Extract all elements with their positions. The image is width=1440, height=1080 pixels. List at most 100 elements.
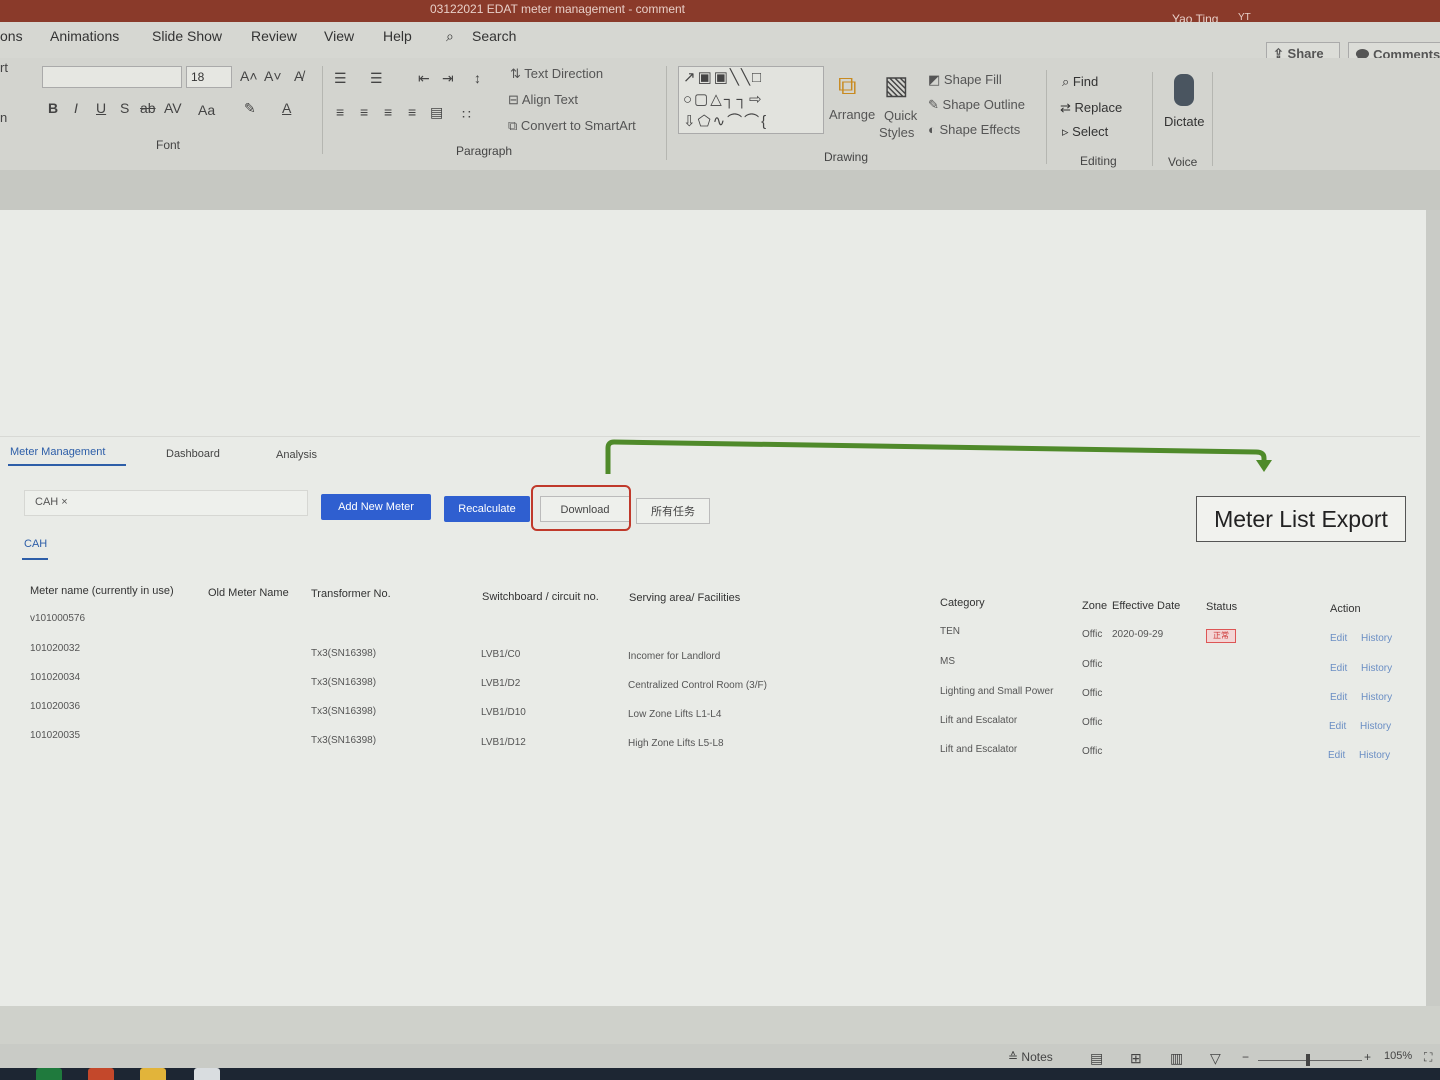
recalculate-button[interactable]: Recalculate [444,496,530,522]
char-spacing-icon[interactable]: AV [164,100,182,116]
distributed-icon[interactable]: ▤ [430,104,443,121]
edit-link[interactable]: Edit [1330,663,1347,674]
ribbon-left-stub-1[interactable]: rt [0,60,8,75]
text-direction-button[interactable]: ⇅ Text Direction [510,66,603,82]
select-button[interactable]: ▹ Select [1062,124,1108,140]
cell-meter-name: 101020035 [30,730,81,741]
edit-link[interactable]: Edit [1330,692,1347,703]
fit-slide-icon[interactable]: ⛶ [1424,1050,1432,1065]
cursor-icon: ▹ [1062,124,1069,139]
numbering-icon[interactable]: ☰ [370,70,383,87]
shape-effects-button[interactable]: ◐ Shape Effects [928,122,1020,137]
find-button[interactable]: ⌕ Find [1062,74,1098,90]
highlight-icon[interactable]: ✎ [244,100,256,117]
edit-link[interactable]: Edit [1328,750,1345,761]
zoom-in-icon[interactable]: + [1364,1050,1371,1064]
tab-slide-show[interactable]: Slide Show [152,28,222,44]
subtab-cah[interactable]: CAH [24,538,47,550]
line-spacing-icon[interactable]: ↕ [474,70,481,86]
tab-search[interactable]: Search [472,28,516,44]
tab-review[interactable]: Review [251,28,297,44]
powerpoint-icon[interactable] [88,1068,114,1080]
tab-animations[interactable]: Animations [50,28,119,44]
edit-link[interactable]: Edit [1329,721,1346,732]
cell-category: Lift and Escalator [940,744,1018,755]
history-link[interactable]: History [1361,633,1392,644]
zoom-out-icon[interactable]: − [1242,1050,1249,1064]
quick-styles-icon[interactable]: ▧ [884,70,909,101]
zoom-slider-thumb[interactable] [1306,1054,1310,1066]
arrange-icon[interactable]: ⧉ [838,70,857,102]
tab-transitions-partial[interactable]: ons [0,28,23,44]
shapes-gallery[interactable]: ↗▣▣╲╲□ ○▢△┐┐⇨ ⇩⬠∿⌒⌒{ [678,66,824,134]
pen-icon: ✎ [928,97,939,112]
edit-link[interactable]: Edit [1330,633,1347,644]
strikethrough-icon[interactable]: ab [140,100,156,116]
columns-icon[interactable]: ∷ [462,106,471,123]
shape-fill-button[interactable]: ◩ Shape Fill [928,72,1002,88]
tab-view[interactable]: View [324,28,354,44]
decrease-indent-icon[interactable]: ⇤ [418,70,430,87]
bold-icon[interactable]: B [48,100,58,116]
zoom-slider[interactable] [1258,1060,1362,1061]
align-center-icon[interactable]: ≡ [360,104,368,120]
history-link[interactable]: History [1359,750,1390,761]
shape-outline-label: Shape Outline [942,97,1025,112]
justify-icon[interactable]: ≡ [408,104,416,120]
all-tasks-button[interactable]: 所有任务 [636,498,710,524]
font-name-input[interactable] [42,66,182,88]
col-header-transformer: Transformer No. [311,588,391,600]
filter-chip[interactable]: CAH × [35,496,68,508]
quick-styles-label[interactable]: Quick [884,108,917,123]
history-link[interactable]: History [1361,692,1392,703]
cell-transformer: Tx3(SN16398) [311,677,377,688]
divider [1212,72,1213,166]
notes-button[interactable]: ≙ Notes [1008,1050,1053,1064]
font-size-input[interactable]: 18 [186,66,232,88]
replace-button[interactable]: ⇄ Replace [1060,100,1122,116]
align-right-icon[interactable]: ≡ [384,104,392,120]
shrink-font-icon[interactable]: A˅ [264,68,282,84]
arrange-label[interactable]: Arrange [829,107,875,122]
bullets-icon[interactable]: ☰ [334,70,347,87]
slideshow-icon[interactable]: ▽ [1210,1050,1221,1067]
grow-font-icon[interactable]: A˄ [240,68,258,84]
quick-styles-label-2[interactable]: Styles [879,125,914,140]
ribbon-left-stub-2[interactable]: n [0,110,7,125]
shape-outline-button[interactable]: ✎ Shape Outline [928,97,1025,113]
clear-format-icon[interactable]: A̸ [294,68,303,84]
history-link[interactable]: History [1360,721,1391,732]
file-explorer-icon[interactable] [140,1068,166,1080]
italic-icon[interactable]: I [74,100,78,116]
shadow-icon[interactable]: S [120,100,129,116]
align-text-label: Align Text [521,92,578,107]
font-color-icon[interactable]: A [282,100,291,116]
change-case-icon[interactable]: Aa [198,102,215,118]
normal-view-icon[interactable]: ▤ [1090,1050,1103,1067]
underline-icon[interactable]: U [96,100,106,116]
convert-smartart-button[interactable]: ⧉ Convert to SmartArt [508,118,636,134]
meter-list-export-callout[interactable]: Meter List Export [1196,496,1406,542]
tab-analysis[interactable]: Analysis [276,449,317,461]
history-link[interactable]: History [1361,663,1392,674]
tab-meter-management[interactable]: Meter Management [10,446,105,458]
increase-indent-icon[interactable]: ⇥ [442,70,454,87]
add-new-meter-button[interactable]: Add New Meter [321,494,431,520]
slide-sorter-icon[interactable]: ⊞ [1130,1050,1142,1067]
site-filter-input[interactable]: CAH × [24,490,308,516]
app-icon[interactable] [194,1068,220,1080]
group-label-editing: Editing [1080,154,1117,168]
excel-icon[interactable] [36,1068,62,1080]
align-text-button[interactable]: ⊟ Align Text [508,92,578,108]
align-left-icon[interactable]: ≡ [336,104,344,120]
zoom-level[interactable]: 105% [1384,1050,1412,1062]
reading-view-icon[interactable]: ▥ [1170,1050,1183,1067]
tab-help[interactable]: Help [383,28,412,44]
cell-effective-date: 2020-09-29 [1112,629,1164,640]
search-icon[interactable]: ⌕ [446,28,454,45]
microphone-icon[interactable] [1174,74,1194,106]
cell-zone: Offic [1082,659,1103,670]
dictate-button[interactable]: Dictate [1164,114,1204,129]
paint-bucket-icon: ◩ [928,72,941,87]
tab-dashboard[interactable]: Dashboard [166,448,220,460]
